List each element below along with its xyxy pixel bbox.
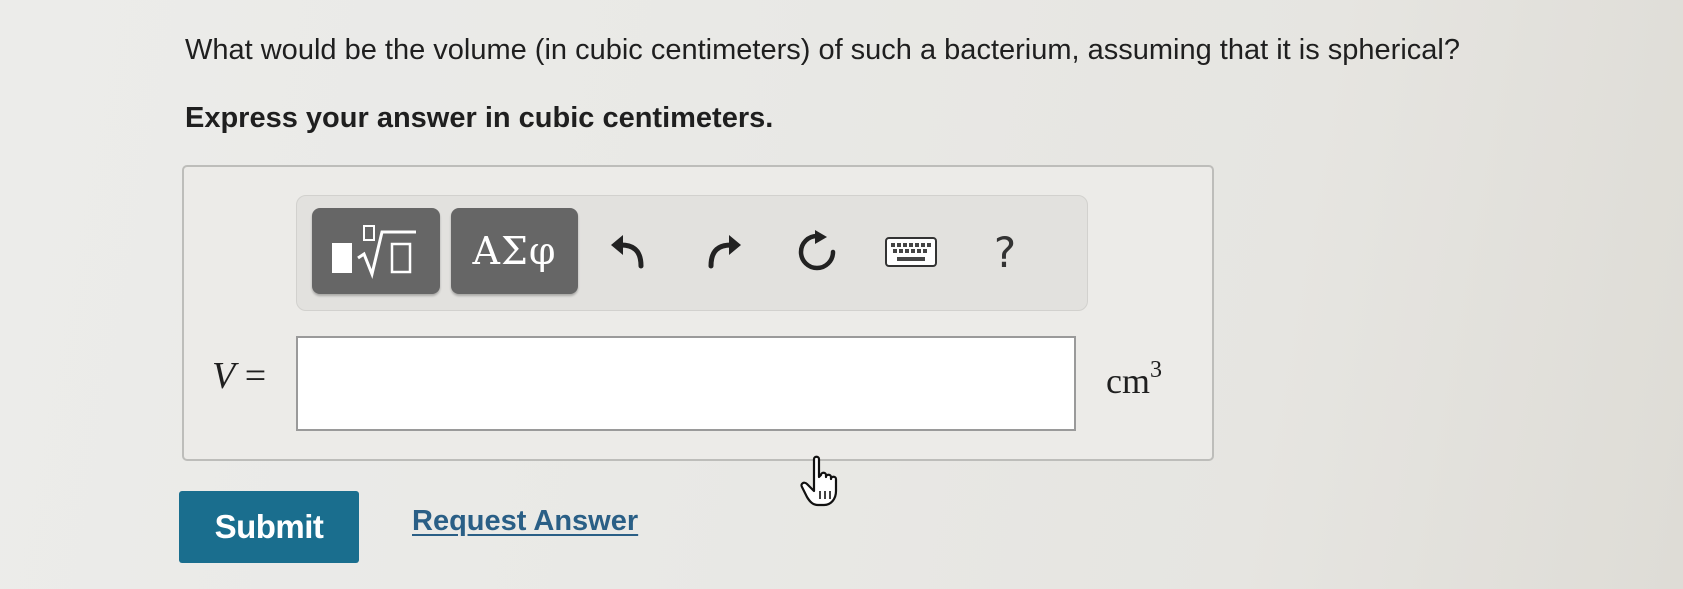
hand-cursor-icon [800, 455, 846, 507]
question-text: What would be the volume (in cubic centi… [185, 34, 1460, 66]
unit-exponent: 3 [1149, 357, 1162, 383]
keyboard-icon[interactable] [879, 224, 943, 280]
equals-sign: = [244, 355, 267, 397]
help-icon[interactable]: ? [977, 224, 1033, 280]
request-answer-link[interactable]: Request Answer [412, 505, 638, 538]
submit-button[interactable]: Submit [179, 491, 359, 563]
variable-label: V = [212, 354, 266, 398]
templates-button[interactable] [312, 208, 440, 294]
templates-icon [332, 243, 352, 273]
unit-base: cm [1106, 361, 1150, 401]
help-label: ? [993, 227, 1017, 277]
answer-panel: ΑΣφ ? V = cm3 [182, 165, 1214, 461]
radical-icon [357, 225, 416, 279]
answer-input[interactable] [296, 336, 1076, 431]
math-toolbar: ΑΣφ ? [296, 195, 1088, 311]
undo-icon[interactable] [599, 224, 655, 280]
symbols-button[interactable]: ΑΣφ [451, 208, 578, 294]
reset-icon[interactable] [789, 224, 845, 280]
variable-name: V [212, 355, 236, 397]
redo-icon[interactable] [697, 224, 753, 280]
unit-label: cm3 [1106, 357, 1162, 402]
instruction-text: Express your answer in cubic centimeters… [185, 102, 774, 134]
